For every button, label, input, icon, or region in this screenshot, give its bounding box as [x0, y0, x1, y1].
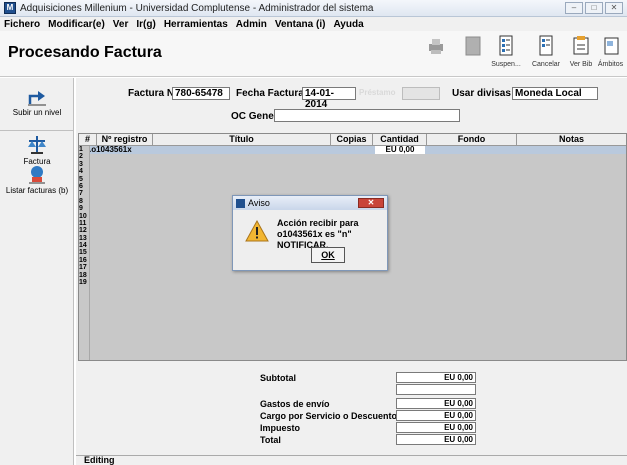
- cargo-servicio-label: Cargo por Servicio o Descuento: [260, 411, 398, 421]
- left-nav-panel: Subir un nivel Factura Listar facturas (…: [0, 78, 74, 465]
- up-level-icon: [28, 91, 46, 106]
- maximize-button[interactable]: □: [585, 2, 603, 14]
- invoice-main: Factura Nº 780-65478 Fecha Factura 14-01…: [76, 78, 627, 465]
- menu-ver[interactable]: Ver: [113, 19, 129, 30]
- menu-admin[interactable]: Admin: [236, 19, 267, 30]
- status-bar: Editing: [76, 455, 627, 465]
- minimize-button[interactable]: –: [565, 2, 583, 14]
- divisas-field[interactable]: Moneda Local: [512, 87, 598, 100]
- toolbar-print-button[interactable]: [418, 35, 454, 61]
- menu-modificar[interactable]: Modificar(e): [48, 19, 105, 30]
- gastos-envio-label: Gastos de envío: [260, 399, 330, 409]
- menu-bar: Fichero Modificar(e) Ver Ir(g) Herramien…: [0, 17, 627, 31]
- menu-ir[interactable]: Ir(g): [136, 19, 155, 30]
- menu-ayuda[interactable]: Ayuda: [333, 19, 363, 30]
- page-title: Procesando Factura: [8, 44, 162, 61]
- window-titlebar: M Adquisiciones Millenium - Universidad …: [0, 0, 627, 17]
- nav-factura[interactable]: Factura: [0, 135, 74, 166]
- window-controls: – □ ✕: [565, 2, 623, 14]
- fecha-factura-label: Fecha Factura: [236, 88, 304, 99]
- usar-divisas-label: Usar divisas: [452, 88, 511, 99]
- gastos-envio-field[interactable]: EU 0,00: [396, 398, 476, 409]
- warning-icon: [245, 220, 269, 242]
- toolbar-blank-button[interactable]: [455, 35, 491, 61]
- impuesto-label: Impuesto: [260, 423, 301, 433]
- factura-label: Factura Nº: [128, 88, 178, 99]
- row-numbers: 1 2 3 4 5 6 7 8 9 10 11 12 13 14 15 16 17 18 19: [79, 146, 87, 287]
- nav-list-invoices[interactable]: Listar facturas (b): [0, 164, 74, 195]
- invoice-icon: [28, 136, 46, 154]
- factura-number-field[interactable]: 780-65478: [172, 87, 230, 100]
- blank-total-field: [396, 384, 476, 395]
- blank-doc-icon: [465, 36, 481, 56]
- row1-registro: .o1043561x: [89, 145, 132, 154]
- page-header: Procesando Factura Suspen... Cancelar Ve…: [0, 31, 627, 77]
- app-icon: M: [4, 2, 16, 14]
- grid-header: # Nº registro Título Copias Cantidad Fon…: [79, 134, 626, 146]
- menu-ventana[interactable]: Ventana (i): [275, 19, 326, 30]
- col-fondo[interactable]: Fondo: [427, 134, 517, 146]
- toolbar-suspend-button[interactable]: Suspen...: [488, 35, 524, 68]
- dialog-title: Aviso: [248, 198, 270, 208]
- selected-row[interactable]: .o1043561x EU 0,00: [89, 145, 626, 154]
- suspend-icon: [499, 35, 513, 56]
- ok-button[interactable]: OK: [311, 247, 345, 263]
- col-copias[interactable]: Copias: [331, 134, 373, 146]
- oc-general-field[interactable]: [274, 109, 460, 122]
- view-bib-icon: [573, 36, 589, 55]
- window-title: Adquisiciones Millenium - Universidad Co…: [20, 2, 374, 14]
- disabled-field-label: Préstamo: [359, 88, 396, 97]
- total-value: EU 0,00: [396, 434, 476, 445]
- subtotal-value: EU 0,00: [396, 372, 476, 383]
- nav-up-level[interactable]: Subir un nivel: [0, 88, 74, 117]
- fecha-factura-field[interactable]: 14-01-2014: [302, 87, 356, 110]
- list-invoices-icon: [29, 166, 45, 184]
- cargo-servicio-field[interactable]: EU 0,00: [396, 410, 476, 421]
- close-window-button[interactable]: ✕: [605, 2, 623, 14]
- toolbar-scopes-button[interactable]: Ámbitos: [594, 35, 627, 68]
- impuesto-field[interactable]: EU 0,00: [396, 422, 476, 433]
- printer-icon: [429, 39, 443, 54]
- dialog-app-icon: [236, 198, 245, 208]
- menu-fichero[interactable]: Fichero: [4, 19, 40, 30]
- dialog-close-button[interactable]: ✕: [358, 198, 384, 208]
- col-notas[interactable]: Notas: [517, 134, 626, 146]
- scopes-icon: [604, 37, 618, 55]
- menu-herramientas[interactable]: Herramientas: [164, 19, 228, 30]
- aviso-dialog: Aviso ✕ Acción recibir para o1043561x es…: [232, 195, 388, 271]
- total-label: Total: [260, 435, 281, 445]
- row1-cantidad[interactable]: EU 0,00: [375, 146, 425, 154]
- cancel-icon: [539, 35, 553, 56]
- col-titulo[interactable]: Título: [153, 134, 331, 146]
- toolbar-cancel-button[interactable]: Cancelar: [528, 35, 564, 68]
- disabled-field: [402, 87, 440, 100]
- subtotal-label: Subtotal: [260, 373, 296, 383]
